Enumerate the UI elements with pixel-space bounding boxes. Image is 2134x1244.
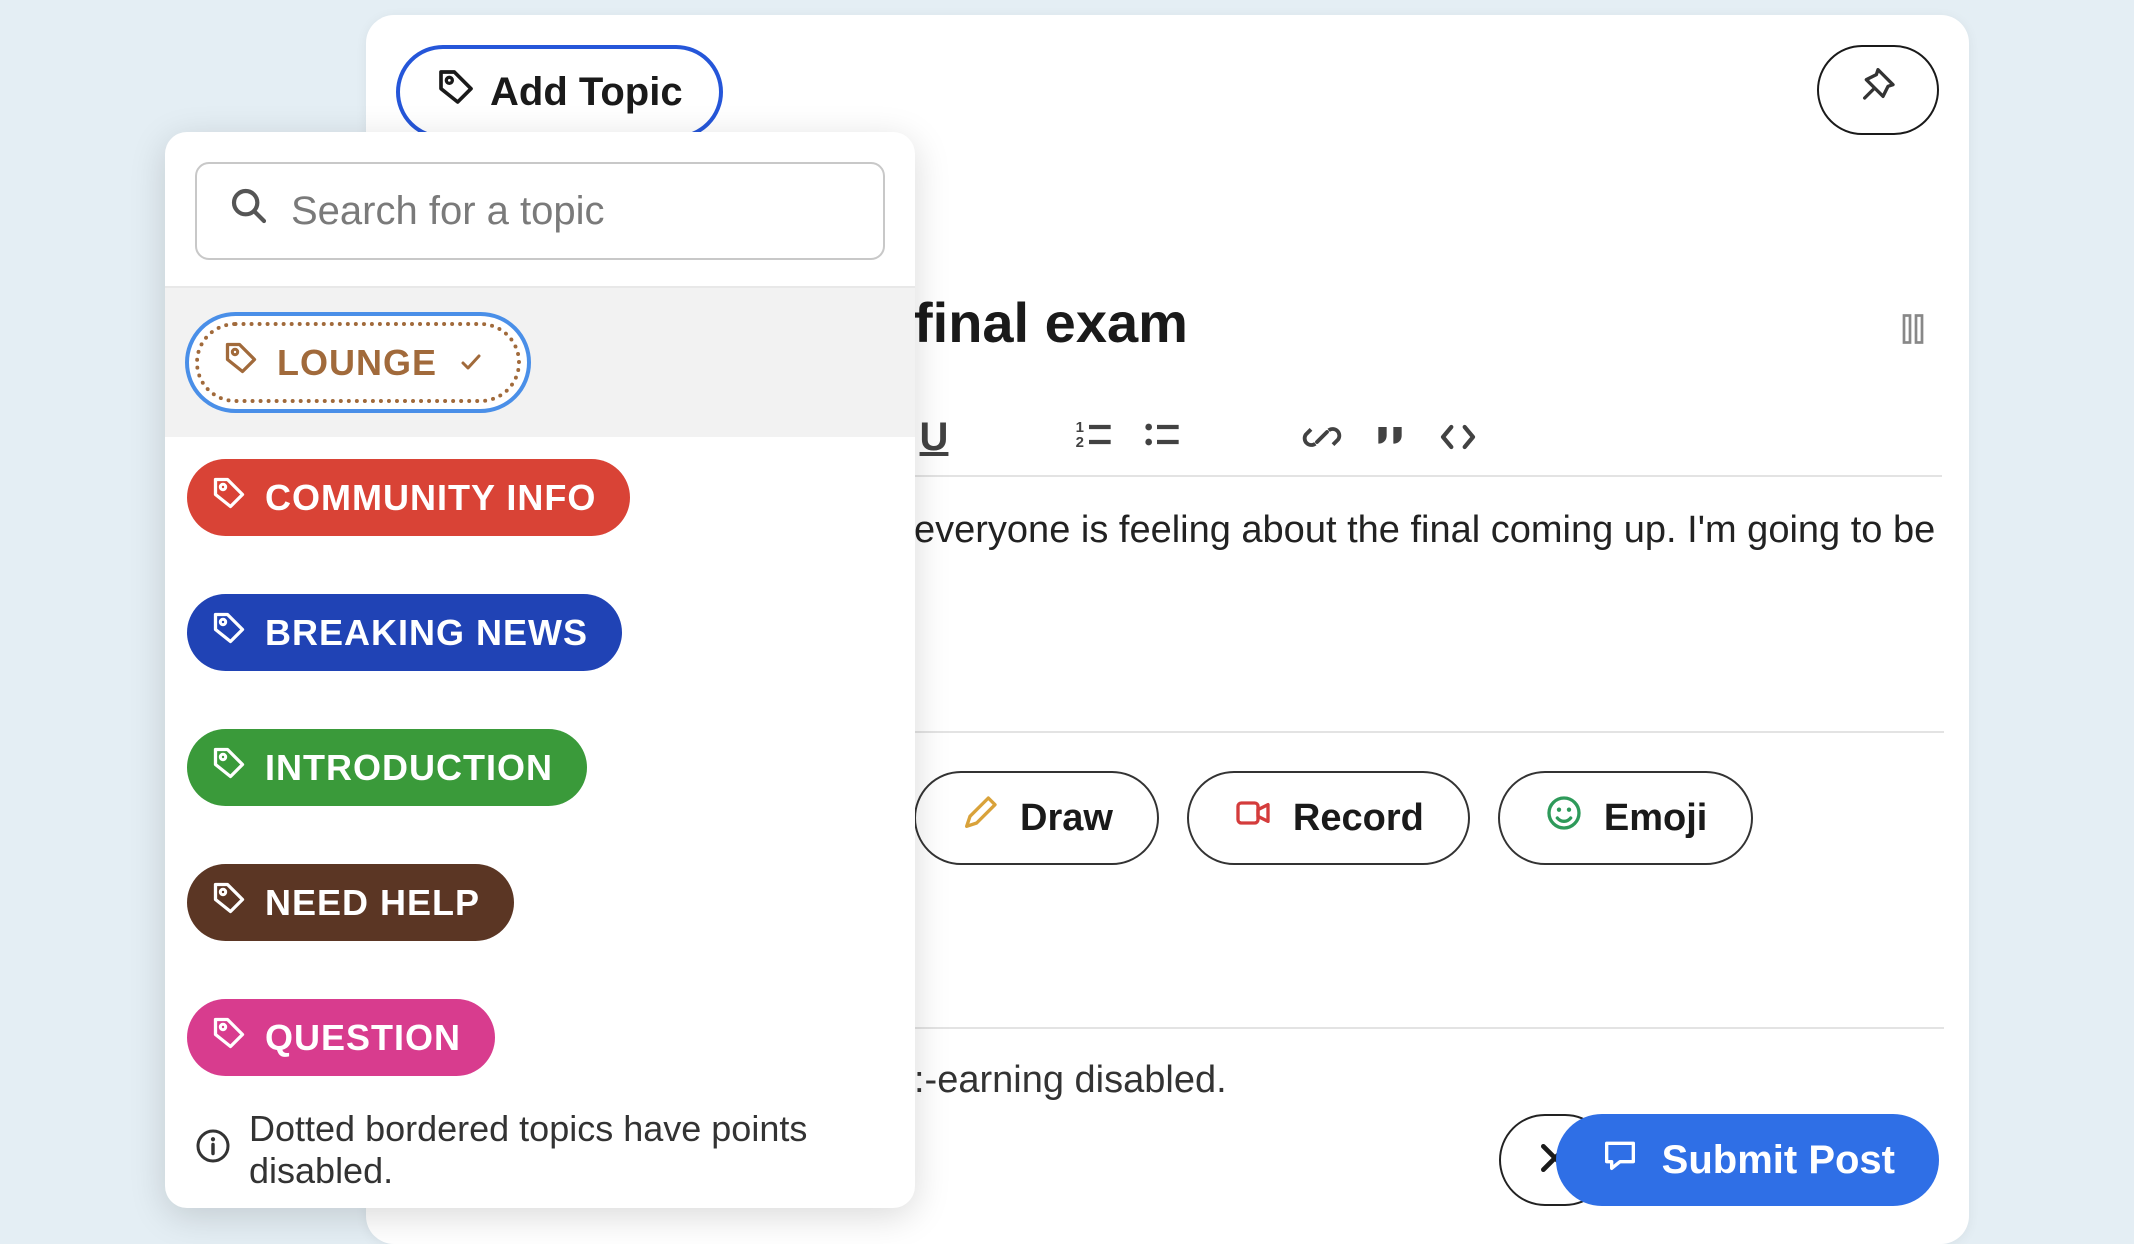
divider bbox=[914, 475, 1942, 477]
topic-label: BREAKING NEWS bbox=[265, 612, 588, 654]
topic-pill-lounge[interactable]: LOUNGE bbox=[195, 322, 521, 403]
divider bbox=[914, 1027, 1944, 1029]
tag-icon bbox=[211, 745, 247, 790]
topic-pill[interactable]: COMMUNITY INFO bbox=[187, 459, 630, 536]
search-icon bbox=[229, 186, 269, 236]
info-icon bbox=[195, 1128, 231, 1173]
topic-pill[interactable]: NEED HELP bbox=[187, 864, 514, 941]
topic-label: LOUNGE bbox=[277, 342, 437, 384]
topic-search[interactable] bbox=[195, 162, 885, 260]
emoji-icon bbox=[1544, 793, 1584, 843]
unordered-list-button[interactable] bbox=[1142, 417, 1182, 457]
pencil-icon bbox=[960, 793, 1000, 843]
topic-dropdown: LOUNGE COMMUNITY INFO BREAKING NEWS INTROD… bbox=[165, 132, 915, 1208]
tag-icon bbox=[211, 475, 247, 520]
pin-icon bbox=[1858, 68, 1898, 113]
tag-icon bbox=[436, 67, 476, 117]
topic-hint: Dotted bordered topics have points disab… bbox=[165, 1098, 915, 1202]
comment-icon bbox=[1600, 1135, 1640, 1185]
topic-label: QUESTION bbox=[265, 1017, 461, 1059]
draw-label: Draw bbox=[1020, 797, 1113, 840]
divider bbox=[914, 731, 1944, 733]
tag-icon bbox=[223, 340, 259, 385]
link-button[interactable] bbox=[1302, 417, 1342, 457]
emoji-button[interactable]: Emoji bbox=[1498, 771, 1753, 865]
post-body-text: everyone is feeling about the final comi… bbox=[914, 509, 1935, 551]
topic-list: COMMUNITY INFO BREAKING NEWS INTRODUCTION N… bbox=[165, 437, 915, 1098]
topic-label: INTRODUCTION bbox=[265, 747, 553, 789]
selected-topic-outline: LOUNGE bbox=[185, 312, 531, 413]
points-status: :-earning disabled. bbox=[914, 1059, 1227, 1102]
selected-topic-row[interactable]: LOUNGE bbox=[165, 288, 915, 437]
topic-label: COMMUNITY INFO bbox=[265, 477, 596, 519]
emoji-label: Emoji bbox=[1604, 797, 1707, 840]
tag-icon bbox=[211, 610, 247, 655]
record-button[interactable]: Record bbox=[1187, 771, 1470, 865]
tag-icon bbox=[211, 880, 247, 925]
submit-label: Submit Post bbox=[1662, 1138, 1895, 1183]
topic-label: NEED HELP bbox=[265, 882, 480, 924]
ruler-icon[interactable] bbox=[1895, 311, 1931, 352]
add-topic-label: Add Topic bbox=[490, 70, 683, 115]
topic-pill[interactable]: BREAKING NEWS bbox=[187, 594, 622, 671]
record-label: Record bbox=[1293, 797, 1424, 840]
underline-button[interactable]: U bbox=[914, 417, 954, 457]
check-icon bbox=[459, 342, 483, 384]
post-title-text: final exam bbox=[914, 290, 1188, 355]
video-icon bbox=[1233, 793, 1273, 843]
quote-button[interactable] bbox=[1370, 417, 1410, 457]
attachment-row: Draw Record Emoji bbox=[914, 771, 1753, 865]
add-topic-button[interactable]: Add Topic bbox=[396, 45, 723, 139]
topic-hint-text: Dotted bordered topics have points disab… bbox=[249, 1108, 885, 1192]
topic-search-wrap bbox=[165, 132, 915, 288]
post-body[interactable]: everyone is feeling about the final comi… bbox=[914, 505, 1954, 556]
pin-button[interactable] bbox=[1817, 45, 1939, 135]
topic-pill[interactable]: QUESTION bbox=[187, 999, 495, 1076]
topic-pill[interactable]: INTRODUCTION bbox=[187, 729, 587, 806]
points-status-text: :-earning disabled. bbox=[914, 1059, 1227, 1101]
post-title[interactable]: final exam bbox=[914, 290, 1188, 355]
draw-button[interactable]: Draw bbox=[914, 771, 1159, 865]
ordered-list-button[interactable] bbox=[1074, 417, 1114, 457]
submit-post-button[interactable]: Submit Post bbox=[1556, 1114, 1939, 1206]
format-toolbar: U bbox=[914, 417, 1478, 457]
tag-icon bbox=[211, 1015, 247, 1060]
code-button[interactable] bbox=[1438, 417, 1478, 457]
topic-search-input[interactable] bbox=[291, 189, 851, 234]
